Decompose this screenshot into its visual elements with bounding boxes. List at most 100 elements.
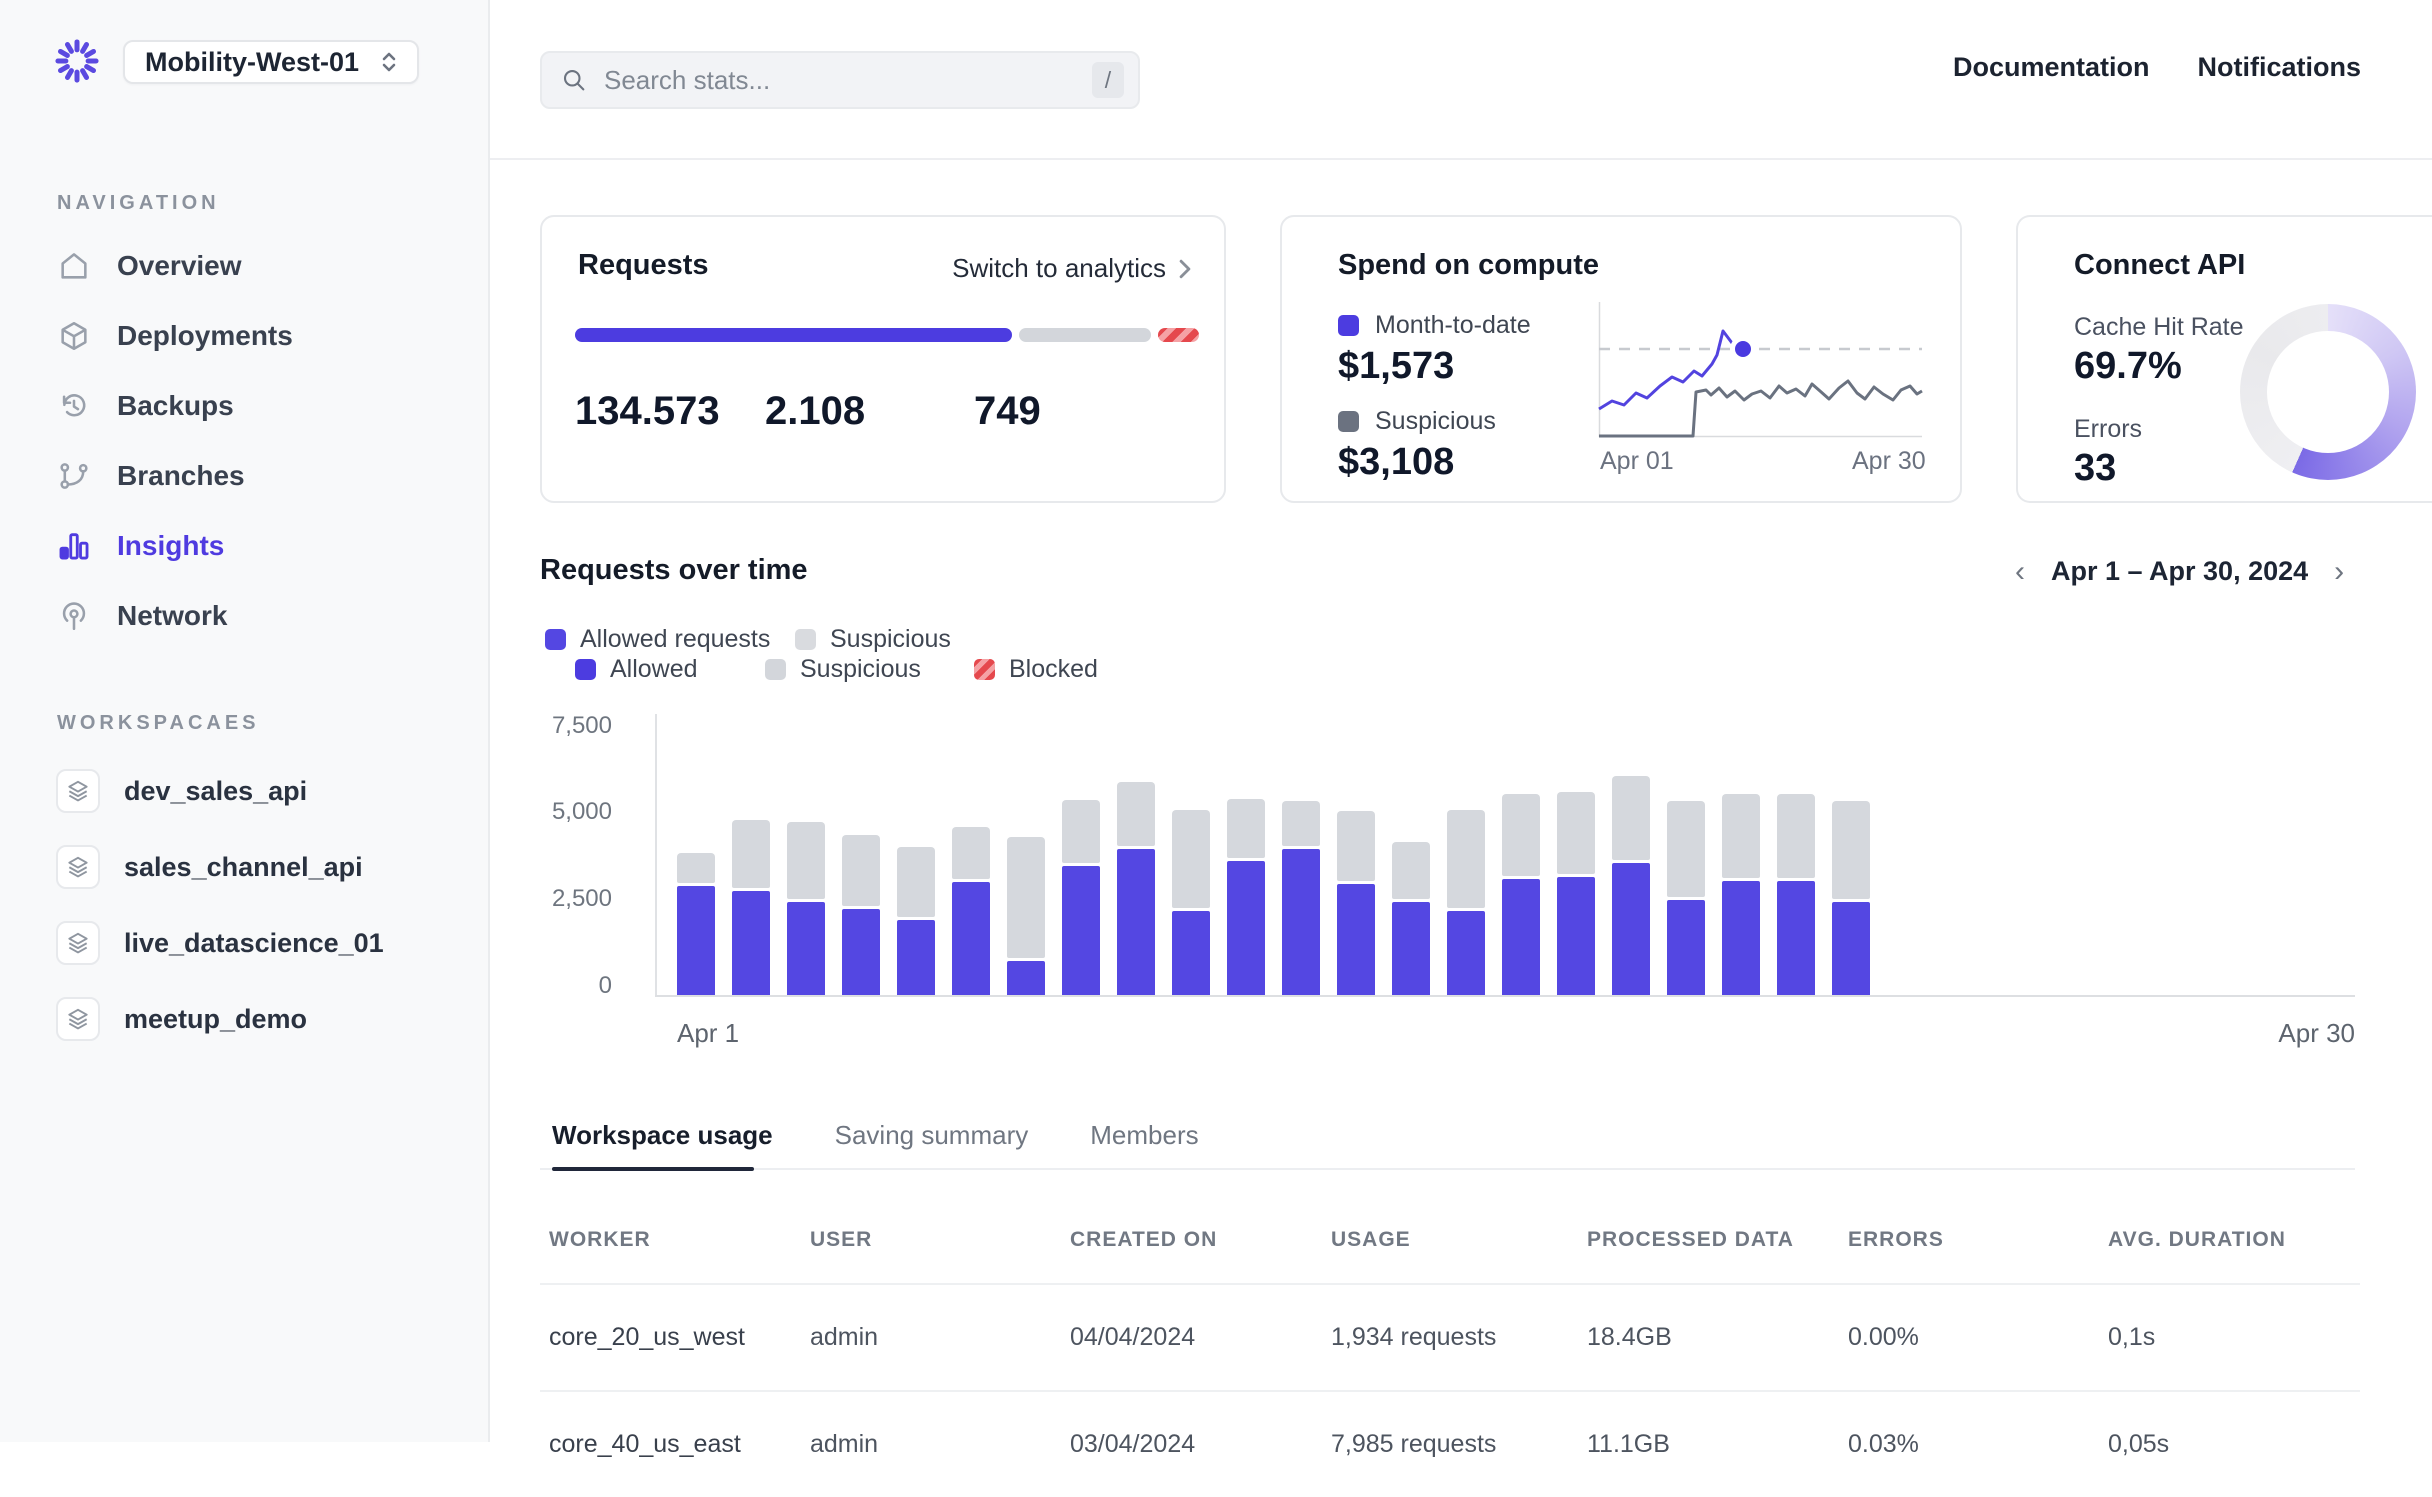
sidebar: Mobility-West-01 NAVIGATION Overview Dep…: [0, 0, 490, 1442]
active-tab-underline: [552, 1167, 754, 1171]
sidebar-item-label: Network: [117, 600, 227, 632]
sidebar-item-insights[interactable]: Insights: [0, 511, 490, 581]
spend-sparkline-chart: [1599, 302, 1922, 438]
sidebar-item-label: Branches: [117, 460, 245, 492]
sidebar-item-branches[interactable]: Branches: [0, 441, 490, 511]
bar-apr-22: [1832, 801, 1870, 995]
progress-allowed: [575, 328, 1012, 342]
documentation-link[interactable]: Documentation: [1953, 52, 2150, 83]
bar-apr-13: [1337, 811, 1375, 995]
switch-to-analytics-label: Switch to analytics: [952, 253, 1166, 284]
switch-to-analytics-link[interactable]: Switch to analytics: [952, 253, 1194, 284]
sidebar-item-label: Insights: [117, 530, 224, 562]
bar-apr-17: [1557, 792, 1595, 995]
cell-user: admin: [810, 1323, 1070, 1352]
mtd-legend-swatch: [1338, 315, 1359, 336]
spend-x-end-label: Apr 30: [1852, 447, 1926, 476]
cell-worker: core_20_us_west: [549, 1323, 810, 1352]
requests-over-time-chart: 7,500 5,000 2,500 0 Apr 1 Apr 30: [540, 700, 2355, 1045]
workspace-item-meetup-demo[interactable]: meetup_demo: [0, 981, 490, 1057]
cell-user: admin: [810, 1430, 1070, 1459]
workspace-item-label: dev_sales_api: [124, 776, 307, 807]
workspace-item-live-datascience-01[interactable]: live_datascience_01: [0, 905, 490, 981]
sidebar-item-label: Deployments: [117, 320, 293, 352]
connect-api-card: Connect API Cache Hit Rate 69.7% Errors …: [2016, 215, 2432, 503]
progress-suspicious: [1019, 328, 1151, 342]
search-box[interactable]: /: [540, 51, 1140, 109]
notifications-link[interactable]: Notifications: [2197, 52, 2361, 83]
search-icon: [560, 66, 588, 94]
bar-apr-12: [1282, 801, 1320, 995]
blocked-legend-label: Blocked: [1009, 655, 1098, 684]
requests-card-title: Requests: [578, 249, 709, 282]
search-input[interactable]: [604, 65, 1092, 96]
bar-apr-7: [1007, 837, 1045, 995]
prev-period-button[interactable]: ‹: [2015, 557, 2025, 587]
requests-progress-bar: [575, 328, 1199, 342]
bar-apr-4: [842, 835, 880, 995]
date-range-label: Apr 1 – Apr 30, 2024: [2051, 556, 2308, 587]
ytick-0: 0: [540, 972, 612, 1000]
git-branch-icon: [57, 459, 91, 493]
table-row[interactable]: core_20_us_west admin 04/04/2024 1,934 r…: [540, 1283, 2360, 1390]
bar-apr-5: [897, 847, 935, 995]
chevron-right-icon: [1176, 256, 1194, 282]
spend-mtd-line: [1599, 331, 1743, 409]
workspace-selector[interactable]: Mobility-West-01: [123, 40, 419, 84]
workspaces-section-title: WORKSPACAES: [57, 712, 260, 735]
cell-worker: core_40_us_east: [549, 1430, 810, 1459]
layers-icon: [56, 769, 100, 813]
connect-api-card-title: Connect API: [2074, 249, 2245, 282]
next-period-button[interactable]: ›: [2334, 557, 2344, 587]
cache-hit-rate-value: 69.7%: [2074, 345, 2182, 388]
workspace-item-sales-channel-api[interactable]: sales_channel_api: [0, 829, 490, 905]
allowed-requests-legend-label: Allowed requests: [580, 625, 770, 654]
bar-apr-18: [1612, 776, 1650, 995]
allowed-legend-swatch: [575, 659, 596, 680]
col-header-processed-data: PROCESSED DATA: [1587, 1228, 1848, 1252]
mtd-value: $1,573: [1338, 345, 1454, 388]
spend-card-title: Spend on compute: [1338, 249, 1599, 282]
workspace-item-label: live_datascience_01: [124, 928, 384, 959]
cell-avg-duration: 0,1s: [2108, 1323, 2360, 1352]
cell-created-on: 04/04/2024: [1070, 1323, 1331, 1352]
sidebar-item-overview[interactable]: Overview: [0, 231, 490, 301]
x-start-label: Apr 1: [677, 1018, 739, 1049]
spend-suspicious-legend-label: Suspicious: [1375, 407, 1496, 436]
workspace-item-dev-sales-api[interactable]: dev_sales_api: [0, 753, 490, 829]
col-header-errors: ERRORS: [1848, 1228, 2108, 1252]
sidebar-item-label: Backups: [117, 390, 234, 422]
bar-apr-19: [1667, 801, 1705, 995]
history-icon: [57, 389, 91, 423]
blocked-legend-swatch: [974, 659, 995, 680]
tab-workspace-usage[interactable]: Workspace usage: [552, 1112, 773, 1168]
mtd-endpoint-dot: [1735, 341, 1751, 357]
spend-suspicious-legend-swatch: [1338, 411, 1359, 432]
spend-suspicious-line: [1599, 381, 1922, 436]
errors-label: Errors: [2074, 415, 2142, 444]
blocked-count: 749: [974, 389, 1041, 434]
workspace-item-label: meetup_demo: [124, 1004, 307, 1035]
app-logo-icon: [54, 38, 100, 84]
tab-bar: Workspace usage Saving summary Members: [540, 1112, 2355, 1170]
bar-apr-21: [1777, 794, 1815, 995]
layers-icon: [56, 997, 100, 1041]
cell-avg-duration: 0,05s: [2108, 1430, 2360, 1459]
spend-suspicious-value: $3,108: [1338, 441, 1454, 484]
cell-processed-data: 11.1GB: [1587, 1430, 1848, 1459]
progress-blocked: [1158, 328, 1199, 342]
cell-processed-data: 18.4GB: [1587, 1323, 1848, 1352]
sidebar-item-backups[interactable]: Backups: [0, 371, 490, 441]
spend-x-start-label: Apr 01: [1600, 447, 1674, 476]
workspace-usage-table: WORKER USER CREATED ON USAGE PROCESSED D…: [540, 1196, 2360, 1497]
col-header-usage: USAGE: [1331, 1228, 1587, 1252]
table-row[interactable]: core_40_us_east admin 03/04/2024 7,985 r…: [540, 1390, 2360, 1497]
bar-apr-14: [1392, 842, 1430, 995]
tab-saving-summary[interactable]: Saving summary: [835, 1112, 1029, 1168]
bar-chart-icon: [57, 529, 91, 563]
y-axis-line: [655, 714, 657, 996]
sidebar-item-deployments[interactable]: Deployments: [0, 301, 490, 371]
sidebar-item-network[interactable]: Network: [0, 581, 490, 651]
tab-members[interactable]: Members: [1090, 1112, 1198, 1168]
ytick-2500: 2,500: [540, 885, 612, 913]
